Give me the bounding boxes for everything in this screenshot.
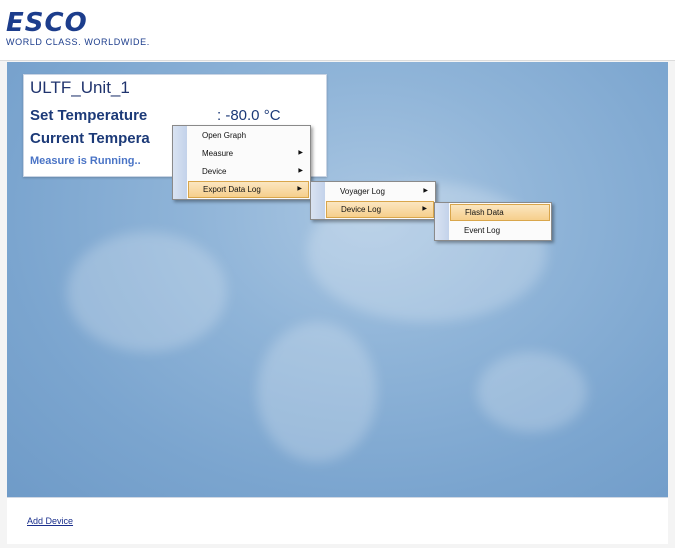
current-temperature-label: Current Tempera [30,130,150,147]
set-temperature-label: Set Temperature [30,107,148,124]
esco-logo: ESCO WORLD CLASS. WORLDWIDE. [6,10,150,47]
submenu-arrow-icon: ▶ [298,168,303,174]
map-continent [67,232,227,352]
menu-gutter [173,126,187,199]
logo-text: ESCO [6,8,88,38]
menu-item-event-log[interactable]: Event Log [450,222,550,239]
measure-status: Measure is Running.. [30,155,141,167]
menu-item-measure[interactable]: Measure ▶ [188,145,309,162]
menu-item-label: Device Log [341,205,382,214]
logo-tagline: WORLD CLASS. WORLDWIDE. [6,37,150,47]
add-device-link[interactable]: Add Device [27,516,73,526]
context-menu: Open Graph Measure ▶ Device ▶ Export Data … [172,125,311,200]
submenu-arrow-icon: ▶ [423,188,428,194]
export-submenu: Voyager Log ▶ Device Log ▶ [310,181,436,220]
menu-item-label: Event Log [464,226,501,235]
menu-item-label: Export Data Log [203,185,261,194]
menu-item-label: Device [202,167,227,176]
submenu-arrow-icon: ▶ [298,150,303,156]
unit-name: ULTF_Unit_1 [30,78,130,97]
menu-item-open-graph[interactable]: Open Graph [188,127,309,144]
set-temperature-value: : -80.0 °C [217,107,281,124]
menu-item-label: Measure [202,149,234,158]
menu-item-label: Flash Data [465,208,504,217]
menu-item-export-data-log[interactable]: Export Data Log ▶ [188,181,309,198]
submenu-arrow-icon: ▶ [422,206,427,212]
device-log-submenu: Flash Data Event Log [434,202,552,241]
device-canvas: ULTF_Unit_1 Set Temperature : -80.0 °C C… [7,62,668,497]
menu-item-voyager-log[interactable]: Voyager Log ▶ [326,183,434,200]
menu-item-label: Open Graph [202,131,247,140]
footer-bar: Add Device [7,497,668,544]
map-continent [257,322,377,462]
menu-item-device[interactable]: Device ▶ [188,163,309,180]
menu-item-flash-data[interactable]: Flash Data [450,204,550,221]
menu-item-device-log[interactable]: Device Log ▶ [326,201,434,218]
menu-gutter [435,203,449,240]
map-continent [477,352,587,432]
menu-gutter [311,182,325,219]
menu-item-label: Voyager Log [340,187,385,196]
submenu-arrow-icon: ▶ [297,186,302,192]
header: ESCO WORLD CLASS. WORLDWIDE. [0,0,675,61]
